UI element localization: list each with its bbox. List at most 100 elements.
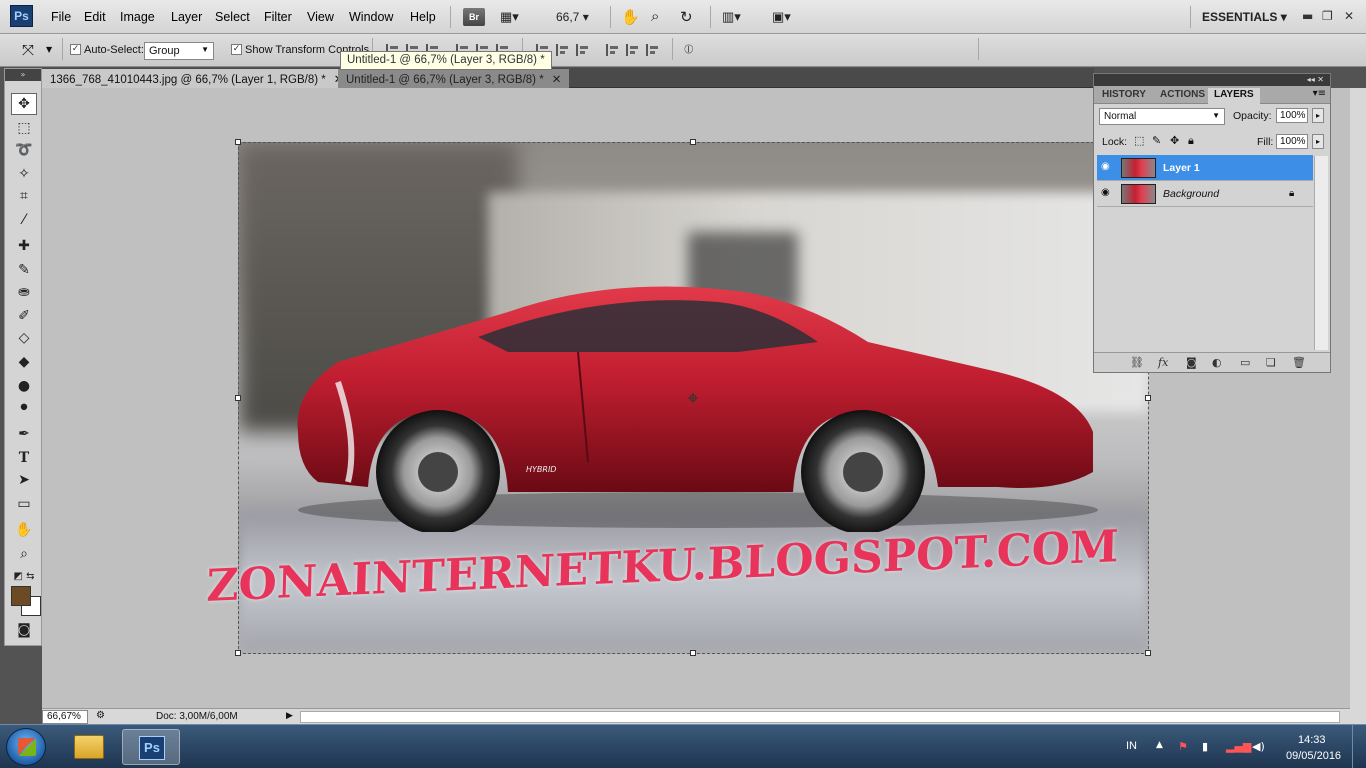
brush-tool-icon[interactable]: ✎ <box>11 259 37 281</box>
opacity-arrow-icon[interactable]: ▸ <box>1312 108 1324 123</box>
auto-select-checkbox[interactable]: ✓ <box>70 44 81 55</box>
menu-help[interactable]: Help <box>410 10 436 24</box>
fill-arrow-icon[interactable]: ▸ <box>1312 134 1324 149</box>
vertical-scrollbar[interactable] <box>1350 88 1366 724</box>
tab-actions[interactable]: ACTIONS <box>1154 88 1211 104</box>
menu-file[interactable]: File <box>51 10 71 24</box>
close-icon[interactable]: ✕ <box>1344 9 1354 23</box>
restore-icon[interactable]: ❐ <box>1322 9 1333 23</box>
zoom-tool-icon[interactable]: ⌕ <box>651 8 659 28</box>
menu-image[interactable]: Image <box>120 10 155 24</box>
start-button[interactable] <box>6 728 46 766</box>
quick-mask-icon[interactable]: ◙ <box>11 619 37 641</box>
menu-window[interactable]: Window <box>349 10 393 24</box>
magic-wand-tool-icon[interactable]: ✧ <box>11 163 37 185</box>
type-tool-icon[interactable]: T <box>11 447 37 469</box>
visibility-eye-icon[interactable]: ◉ <box>1101 162 1113 172</box>
distribute-right-icon[interactable] <box>646 44 660 56</box>
blend-mode-dropdown[interactable]: Normal ▼ <box>1099 108 1225 125</box>
opacity-field[interactable]: 100% <box>1276 108 1308 123</box>
auto-align-layers-icon[interactable]: ⦶ <box>684 42 693 57</box>
clock-date[interactable]: 09/05/2016 <box>1286 750 1341 762</box>
pen-tool-icon[interactable]: ✒ <box>11 423 37 445</box>
layers-scrollbar[interactable] <box>1314 156 1328 350</box>
tab-document-1[interactable]: 1366_768_41010443.jpg @ 66,7% (Layer 1, … <box>42 69 352 88</box>
eyedropper-tool-icon[interactable]: ⁄ <box>11 209 37 231</box>
minimize-icon[interactable]: ▬ <box>1302 9 1313 23</box>
default-colors-icon[interactable]: ◩ ⇆ <box>11 565 37 587</box>
status-menu-arrow-icon[interactable]: ▶ <box>286 710 293 721</box>
volume-icon[interactable]: ◀) <box>1252 740 1265 753</box>
move-tool-icon[interactable]: ✥ <box>11 93 37 115</box>
taskbar-explorer[interactable] <box>60 729 118 765</box>
history-brush-tool-icon[interactable]: ✐ <box>11 305 37 327</box>
horizontal-scrollbar[interactable] <box>300 711 1340 723</box>
crop-tool-icon[interactable]: ⌗ <box>11 185 37 207</box>
fill-field[interactable]: 100% <box>1276 134 1308 149</box>
transform-handle-left[interactable] <box>235 395 241 401</box>
clock-time[interactable]: 14:33 <box>1298 734 1326 746</box>
transform-handle-bottom-left[interactable] <box>235 650 241 656</box>
healing-brush-tool-icon[interactable]: ✚ <box>11 235 37 257</box>
lock-transparent-icon[interactable]: ⬚ <box>1134 134 1144 147</box>
lock-image-icon[interactable]: ✎ <box>1152 134 1161 147</box>
path-selection-tool-icon[interactable]: ➤ <box>11 469 37 491</box>
move-tool-preset-icon[interactable]: ⤧ <box>22 41 34 59</box>
adjustment-layer-icon[interactable]: ◐ <box>1212 356 1222 369</box>
dodge-tool-icon[interactable]: ⚫ <box>11 397 37 419</box>
lock-position-icon[interactable]: ✥ <box>1170 134 1179 147</box>
screen-mode-icon[interactable]: ▣▾ <box>772 9 791 29</box>
clone-stamp-tool-icon[interactable]: ⛂ <box>11 281 37 303</box>
tab-history[interactable]: HISTORY <box>1096 88 1152 104</box>
chevron-down-icon[interactable]: ▼ <box>46 45 52 54</box>
transform-handle-top-left[interactable] <box>235 139 241 145</box>
close-icon[interactable]: ✕ <box>552 74 562 86</box>
tools-collapse-icon[interactable]: » <box>5 69 41 81</box>
new-layer-icon[interactable]: ❏ <box>1266 356 1276 369</box>
link-layers-icon[interactable]: ⛓ <box>1130 356 1144 369</box>
transform-handle-bottom[interactable] <box>690 650 696 656</box>
foreground-color-swatch[interactable] <box>11 586 31 606</box>
transform-handle-top[interactable] <box>690 139 696 145</box>
distribute-center-icon[interactable] <box>556 44 570 56</box>
tab-document-2[interactable]: Untitled-1 @ 66,7% (Layer 3, RGB/8) * ✕ <box>338 69 570 88</box>
transform-handle-right[interactable] <box>1145 395 1151 401</box>
film-strip-icon[interactable]: ▦▾ <box>500 9 519 29</box>
network-icon[interactable]: ▂▄▆ <box>1226 740 1251 753</box>
paint-bucket-tool-icon[interactable]: ◆ <box>11 351 37 373</box>
zoom-level-dropdown[interactable]: 66,7 ▾ <box>556 10 589 30</box>
menu-select[interactable]: Select <box>215 10 250 24</box>
visibility-eye-icon[interactable]: ◉ <box>1101 188 1113 198</box>
menu-layer[interactable]: Layer <box>171 10 202 24</box>
status-info-icon[interactable]: ⚙ <box>96 710 105 721</box>
taskbar-photoshop[interactable]: Ps <box>122 729 180 765</box>
photoshop-logo[interactable]: Ps <box>10 5 33 27</box>
zoom-tool-icon[interactable]: ⌕ <box>11 543 37 565</box>
language-indicator[interactable]: IN <box>1126 740 1137 752</box>
layer-mask-icon[interactable]: ◙ <box>1186 356 1197 369</box>
panel-collapse-icon[interactable]: ◂◂ ✕ <box>1094 74 1330 86</box>
panel-menu-icon[interactable]: ▾≡ <box>1313 88 1326 99</box>
hand-tool-icon[interactable]: ✋ <box>621 8 640 28</box>
delete-layer-icon[interactable]: 🗑︎ <box>1292 356 1306 369</box>
distribute-hcenter-icon[interactable] <box>626 44 640 56</box>
tab-layers[interactable]: LAYERS <box>1208 88 1260 104</box>
layer-row-background[interactable]: ◉ Background 🔒︎ <box>1097 181 1313 207</box>
rotate-view-icon[interactable]: ↻ <box>680 8 693 28</box>
layer-row-layer-1[interactable]: ◉ Layer 1 <box>1097 155 1313 181</box>
rectangle-tool-icon[interactable]: ▭ <box>11 493 37 515</box>
distribute-bottom-icon[interactable] <box>576 44 590 56</box>
lock-all-icon[interactable]: 🔒︎ <box>1188 134 1194 148</box>
eraser-tool-icon[interactable]: ◇ <box>11 327 37 349</box>
auto-select-dropdown[interactable]: Group ▼ <box>144 42 214 60</box>
action-center-icon[interactable]: ⚑ <box>1178 740 1188 753</box>
marquee-tool-icon[interactable]: ⬚ <box>11 117 37 139</box>
battery-icon[interactable]: ▮ <box>1202 740 1208 753</box>
workspace-switcher[interactable]: ESSENTIALS ▾ <box>1202 10 1287 24</box>
menu-edit[interactable]: Edit <box>84 10 106 24</box>
new-group-icon[interactable]: ▭ <box>1240 356 1250 369</box>
transform-handle-bottom-right[interactable] <box>1145 650 1151 656</box>
lasso-tool-icon[interactable]: ➰ <box>11 139 37 161</box>
menu-filter[interactable]: Filter <box>264 10 292 24</box>
distribute-left-icon[interactable] <box>606 44 620 56</box>
